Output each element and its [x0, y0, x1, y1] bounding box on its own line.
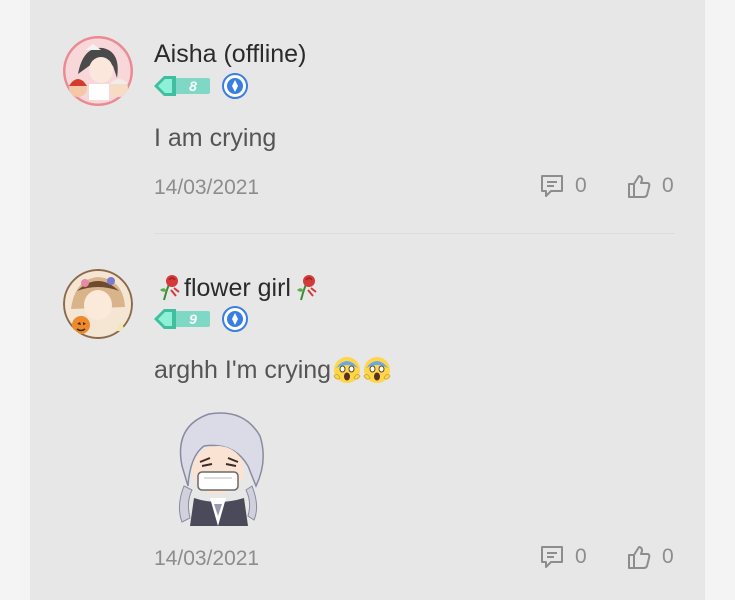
thumbs-up-icon: [628, 546, 651, 569]
comment-text-content: arghh I'm crying: [154, 356, 332, 384]
level-number: 9: [189, 311, 197, 327]
username-text: flower girl: [184, 274, 291, 302]
reply-button[interactable]: 0: [539, 542, 587, 572]
like-button[interactable]: 0: [626, 171, 674, 201]
comment-icon: [541, 546, 563, 568]
rose-icon: [160, 275, 180, 301]
comment-divider: [154, 233, 675, 234]
level-number: 8: [189, 78, 197, 94]
comment-text: I am crying: [154, 124, 277, 152]
avatar[interactable]: [63, 269, 133, 339]
rose-icon: [296, 275, 317, 301]
reply-button[interactable]: 0: [539, 171, 587, 201]
level-badge: 8: [154, 75, 212, 97]
comment-panel: Aisha (offline) 8 I am crying 14/03/2021: [30, 0, 705, 600]
screaming-face-emoji-icon: [333, 357, 361, 383]
comment-date: 14/03/2021: [154, 176, 260, 199]
like-button[interactable]: 0: [626, 542, 674, 572]
like-count: 0: [662, 174, 674, 197]
thumbs-up-icon: [628, 175, 651, 198]
screaming-face-emoji-icon: [363, 357, 391, 383]
vip-icon: [222, 306, 248, 332]
username[interactable]: Aisha (offline): [154, 40, 306, 69]
comment-icon: [541, 175, 563, 197]
reply-count: 0: [575, 174, 587, 197]
like-count: 0: [662, 545, 674, 568]
crying-sticker-image[interactable]: [164, 406, 274, 526]
username[interactable]: flower girl: [154, 272, 321, 303]
vip-icon: [222, 73, 248, 99]
reply-count: 0: [575, 545, 587, 568]
level-badge: 9: [154, 308, 212, 330]
comment-date: 14/03/2021: [154, 547, 260, 570]
avatar[interactable]: [63, 36, 133, 106]
comment-text: arghh I'm crying: [154, 356, 391, 385]
